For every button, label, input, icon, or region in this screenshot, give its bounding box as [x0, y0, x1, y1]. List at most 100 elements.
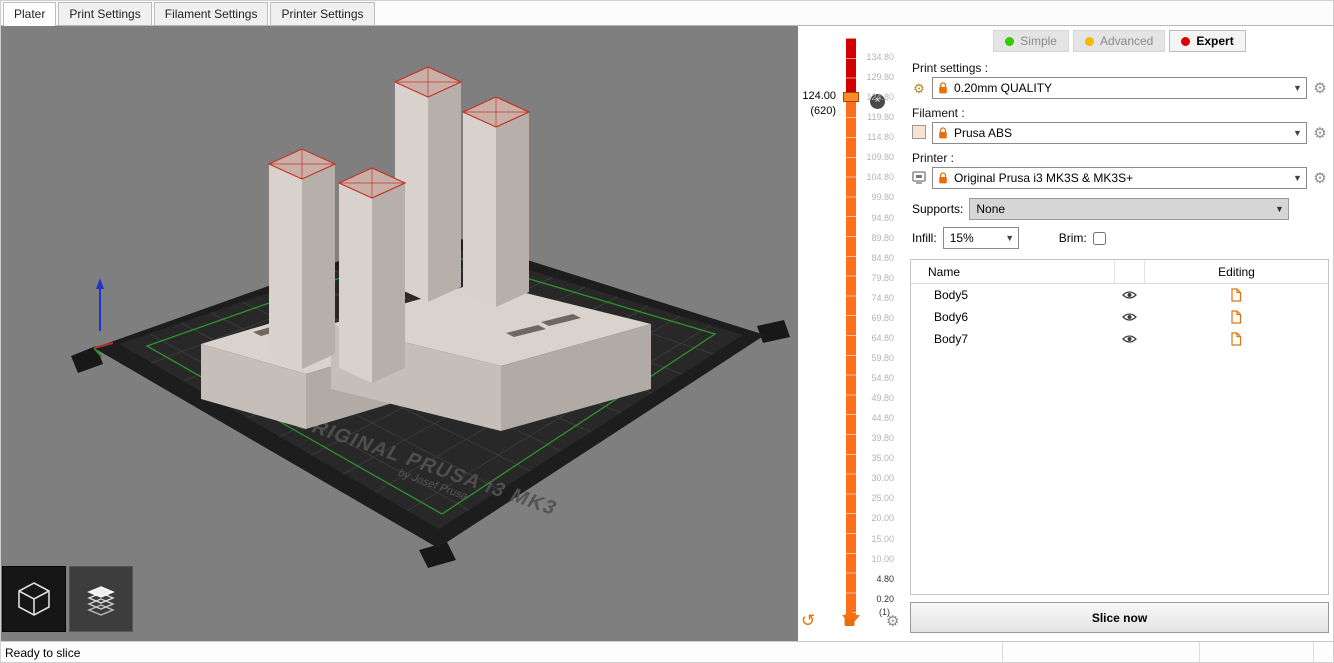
print-settings-label: Print settings : [912, 61, 1329, 75]
tab-plater[interactable]: Plater [3, 2, 56, 26]
layer-slider-panel: 124.00 (620) × 134.80 129.80 124.80 119.… [798, 26, 906, 641]
advanced-mode-dot-icon [1085, 37, 1094, 46]
supports-label: Supports: [912, 202, 963, 216]
eye-icon[interactable] [1122, 312, 1137, 322]
tab-printer-settings[interactable]: Printer Settings [270, 2, 374, 25]
slider-tick: 79.80 [856, 274, 894, 283]
mode-advanced-label: Advanced [1100, 34, 1153, 48]
printer-icon [910, 171, 928, 186]
mode-advanced-button[interactable]: Advanced [1073, 30, 1165, 52]
layers-icon [81, 579, 121, 619]
settings-sidebar: Simple Advanced Expert Print settings : … [906, 26, 1333, 641]
tab-filament-settings[interactable]: Filament Settings [154, 2, 269, 25]
slider-current-value: 124.00 (620) [798, 89, 836, 119]
filament-value: Prusa ABS [954, 126, 1012, 140]
mode-simple-button[interactable]: Simple [993, 30, 1069, 52]
sliced-scene: ORIGINAL PRUSA i3 MK3 by Josef Prusa [1, 26, 798, 641]
eye-icon[interactable] [1122, 290, 1137, 300]
slider-tick: 30.00 [856, 474, 894, 483]
print-settings-select[interactable]: 0.20mm QUALITY ▼ [932, 77, 1307, 99]
slice-now-button[interactable]: Slice now [910, 602, 1329, 633]
slider-tick: 20.00 [856, 514, 894, 523]
sliced-tower [463, 97, 529, 307]
statusbar-field [1002, 642, 1199, 663]
chevron-down-icon: ▼ [1289, 123, 1306, 143]
system-preset-lock-icon [938, 127, 948, 140]
object-row-body7[interactable]: Body7 [911, 328, 1328, 350]
slider-tick-labels: 134.80 129.80 124.80 119.80 114.80 109.8… [856, 53, 894, 604]
cube-icon [14, 579, 54, 619]
simple-mode-dot-icon [1005, 37, 1014, 46]
undo-icon[interactable]: ↺ [801, 612, 815, 629]
object-list: Name Editing Body5 [910, 259, 1329, 595]
object-list-header: Name Editing [911, 260, 1328, 284]
edit-object-icon[interactable] [1230, 288, 1242, 302]
edit-printer-gear-icon[interactable]: ⚙ [1311, 171, 1329, 186]
brim-checkbox[interactable] [1093, 232, 1106, 245]
slider-tick: 69.80 [856, 314, 894, 323]
slider-tick: 134.80 [856, 53, 894, 62]
slider-tick: 129.80 [856, 73, 894, 82]
status-bar: Ready to slice [1, 641, 1333, 663]
slider-tick: 104.80 [856, 173, 894, 182]
slider-tick: 54.80 [856, 374, 894, 383]
supports-select[interactable]: None ▼ [969, 198, 1289, 220]
infill-label: Infill: [912, 231, 937, 245]
slider-tick: 84.80 [856, 254, 894, 263]
object-name: Body7 [911, 332, 1114, 346]
visibility-column-header [1114, 260, 1144, 283]
mode-expert-button[interactable]: Expert [1169, 30, 1245, 52]
slider-tick: 74.80 [856, 294, 894, 303]
print-profile-gear-icon: ⚙ [910, 82, 928, 95]
system-preset-lock-icon [938, 82, 948, 95]
mode-expert-label: Expert [1196, 34, 1233, 48]
lock-handles-icon[interactable] [843, 611, 856, 633]
slider-tick: 119.80 [856, 113, 894, 122]
mode-switcher: Simple Advanced Expert [910, 30, 1329, 52]
chevron-down-icon: ▼ [1271, 199, 1288, 219]
tab-print-settings[interactable]: Print Settings [58, 2, 151, 25]
status-text: Ready to slice [1, 642, 1002, 663]
layer-slider-track[interactable] [846, 38, 856, 616]
prusaslicer-window: Plater Print Settings Filament Settings … [0, 0, 1334, 663]
slider-tick: 4.80 [856, 575, 894, 584]
3d-viewport[interactable]: ORIGINAL PRUSA i3 MK3 by Josef Prusa [1, 26, 798, 641]
printer-value: Original Prusa i3 MK3S & MK3S+ [954, 171, 1133, 185]
main-tabbar: Plater Print Settings Filament Settings … [1, 1, 1333, 26]
brim-label: Brim: [1059, 231, 1087, 245]
object-row-body6[interactable]: Body6 [911, 306, 1328, 328]
slider-settings-gear-icon[interactable]: ⚙ [886, 614, 899, 629]
slider-tick: 89.80 [856, 234, 894, 243]
edit-object-icon[interactable] [1230, 332, 1242, 346]
print-settings-value: 0.20mm QUALITY [954, 81, 1052, 95]
object-row-body5[interactable]: Body5 [911, 284, 1328, 306]
edit-print-settings-gear-icon[interactable]: ⚙ [1311, 81, 1329, 96]
name-column-header: Name [911, 260, 1114, 283]
chevron-down-icon: ▼ [1289, 78, 1306, 98]
slider-tick: 15.00 [856, 535, 894, 544]
edit-object-icon[interactable] [1230, 310, 1242, 324]
slider-tick: 10.00 [856, 555, 894, 564]
slider-tick: 114.80 [856, 133, 894, 142]
resize-grip[interactable] [1313, 642, 1333, 663]
filament-select[interactable]: Prusa ABS ▼ [932, 122, 1307, 144]
statusbar-field [1199, 642, 1313, 663]
slider-bottom-index: (1) [856, 607, 890, 617]
slider-tick: 59.80 [856, 354, 894, 363]
supports-value: None [976, 202, 1005, 216]
slider-tick: 35.00 [856, 454, 894, 463]
printer-select[interactable]: Original Prusa i3 MK3S & MK3S+ ▼ [932, 167, 1307, 189]
view-layers-preview-button[interactable] [69, 566, 133, 632]
slider-tick: 25.00 [856, 494, 894, 503]
infill-select[interactable]: 15% ▼ [943, 227, 1019, 249]
layer-slider-tickmarks [846, 38, 856, 616]
slider-tick: 0.20 [856, 595, 894, 604]
edit-filament-gear-icon[interactable]: ⚙ [1311, 126, 1329, 141]
object-name: Body5 [911, 288, 1114, 302]
filament-color-swatch [910, 125, 928, 141]
chevron-down-icon: ▼ [1002, 228, 1018, 248]
slider-tick: 64.80 [856, 334, 894, 343]
view-3d-editor-button[interactable] [2, 566, 66, 632]
eye-icon[interactable] [1122, 334, 1137, 344]
slider-tick: 109.80 [856, 153, 894, 162]
